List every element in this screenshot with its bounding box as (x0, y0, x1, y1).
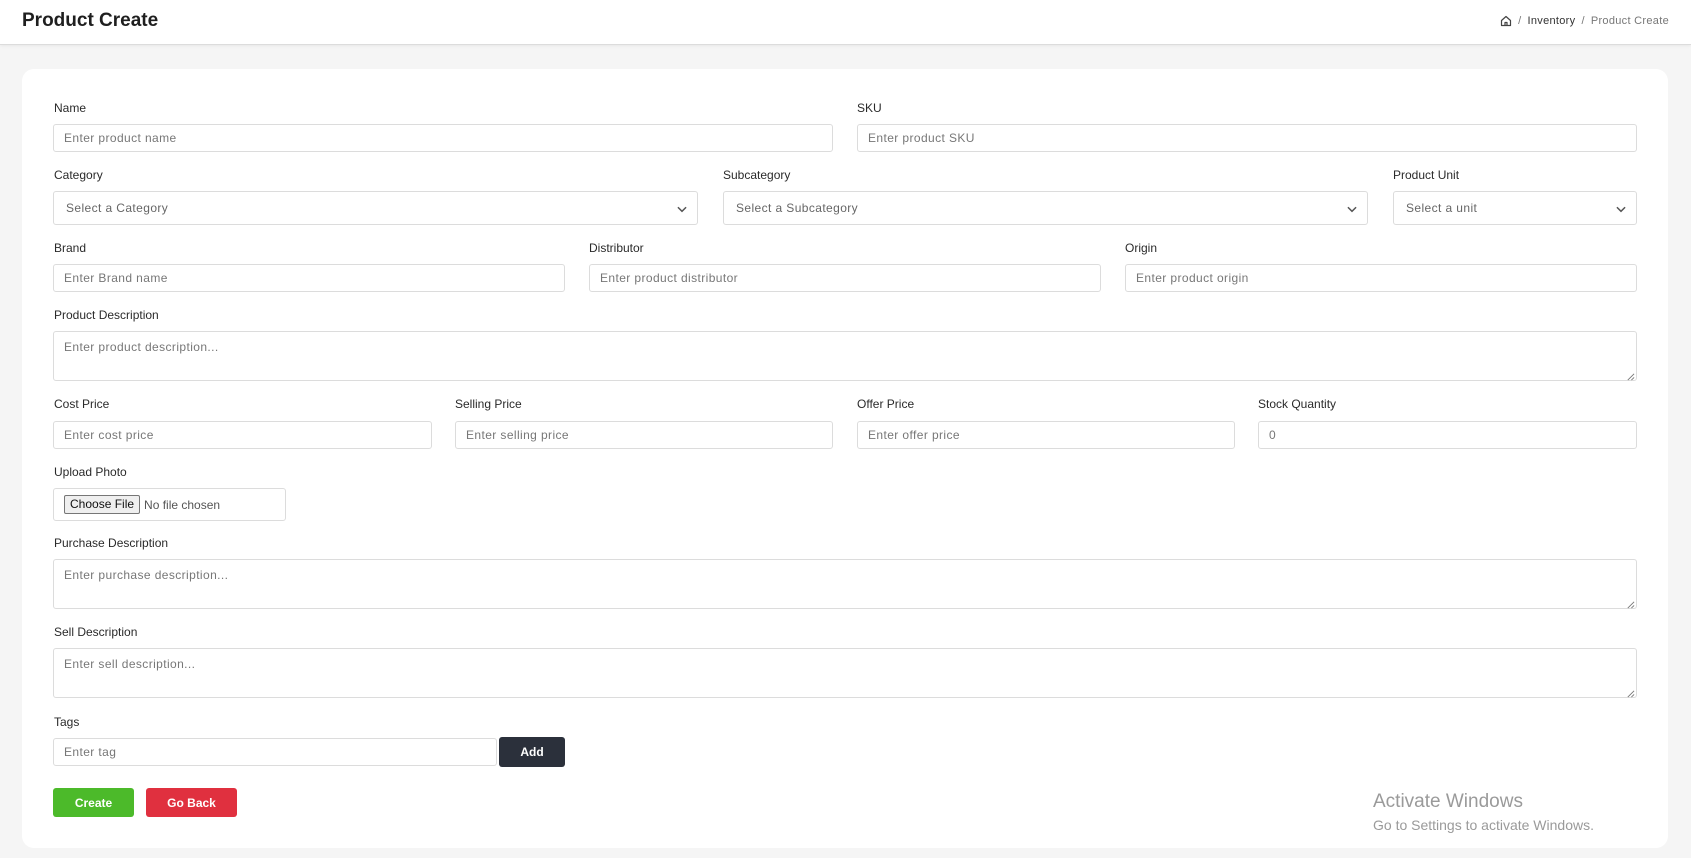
brand-input[interactable] (53, 264, 565, 292)
product-description-label: Product Description (54, 308, 159, 322)
breadcrumb: / Inventory / Product Create (1500, 15, 1669, 27)
category-select-value: Select a Category (66, 201, 169, 215)
sell-description-textarea[interactable] (53, 648, 1637, 698)
breadcrumb-separator: / (1581, 15, 1585, 27)
selling-price-label: Selling Price (455, 397, 522, 411)
chevron-down-icon (1616, 206, 1626, 213)
selling-price-input[interactable] (455, 421, 833, 449)
distributor-label: Distributor (589, 241, 644, 255)
stock-quantity-input[interactable] (1258, 421, 1637, 449)
offer-price-label: Offer Price (857, 397, 915, 411)
subcategory-select-value: Select a Subcategory (736, 201, 859, 215)
name-label: Name (54, 101, 87, 115)
product-unit-select-value: Select a unit (1406, 201, 1478, 215)
subcategory-label: Subcategory (723, 168, 791, 182)
breadcrumb-product-create: Product Create (1590, 15, 1669, 27)
category-label: Category (54, 168, 103, 182)
brand-label: Brand (54, 241, 87, 255)
tag-input[interactable] (53, 738, 497, 766)
offer-price-input[interactable] (857, 421, 1235, 449)
subcategory-select[interactable]: Select a Subcategory (723, 191, 1368, 225)
go-back-button[interactable]: Go Back (146, 788, 237, 817)
activate-windows-watermark: Activate Windows Go to Settings to activ… (1373, 791, 1594, 833)
resize-handle-icon[interactable] (1626, 689, 1635, 698)
home-icon[interactable] (1500, 15, 1512, 27)
product-unit-label: Product Unit (1393, 168, 1460, 182)
sell-description-label: Sell Description (54, 625, 138, 639)
choose-file-button[interactable]: Choose File (64, 495, 141, 514)
watermark-title: Activate Windows (1373, 791, 1523, 812)
cost-price-label: Cost Price (54, 397, 110, 411)
upload-photo-label: Upload Photo (54, 465, 127, 479)
category-select[interactable]: Select a Category (53, 191, 698, 225)
page-title: Product Create (22, 10, 159, 31)
file-status-text: No file chosen (144, 497, 221, 512)
origin-input[interactable] (1125, 264, 1637, 292)
origin-label: Origin (1125, 241, 1158, 255)
sku-label: SKU (857, 101, 882, 115)
chevron-down-icon (677, 206, 687, 213)
stock-quantity-label: Stock Quantity (1258, 397, 1337, 411)
distributor-input[interactable] (589, 264, 1101, 292)
breadcrumb-inventory[interactable]: Inventory (1528, 15, 1576, 27)
resize-handle-icon[interactable] (1626, 372, 1635, 381)
upload-photo-field[interactable]: Choose File No file chosen (53, 488, 286, 521)
add-tag-button[interactable]: Add (499, 737, 565, 767)
purchase-description-textarea[interactable] (53, 559, 1637, 609)
cost-price-input[interactable] (53, 421, 432, 449)
name-input[interactable] (53, 124, 833, 152)
product-form-card: Name SKU Category Select a Category Subc… (22, 69, 1668, 848)
top-bar: Product Create / Inventory / Product Cre… (0, 0, 1691, 45)
tags-label: Tags (54, 715, 80, 729)
product-unit-select[interactable]: Select a unit (1393, 191, 1637, 225)
resize-handle-icon[interactable] (1626, 600, 1635, 609)
breadcrumb-separator: / (1518, 15, 1522, 27)
sku-input[interactable] (857, 124, 1637, 152)
watermark-subtitle: Go to Settings to activate Windows. (1373, 817, 1594, 833)
chevron-down-icon (1347, 206, 1357, 213)
purchase-description-label: Purchase Description (54, 536, 169, 550)
product-description-textarea[interactable] (53, 331, 1637, 381)
create-button[interactable]: Create (53, 788, 134, 817)
